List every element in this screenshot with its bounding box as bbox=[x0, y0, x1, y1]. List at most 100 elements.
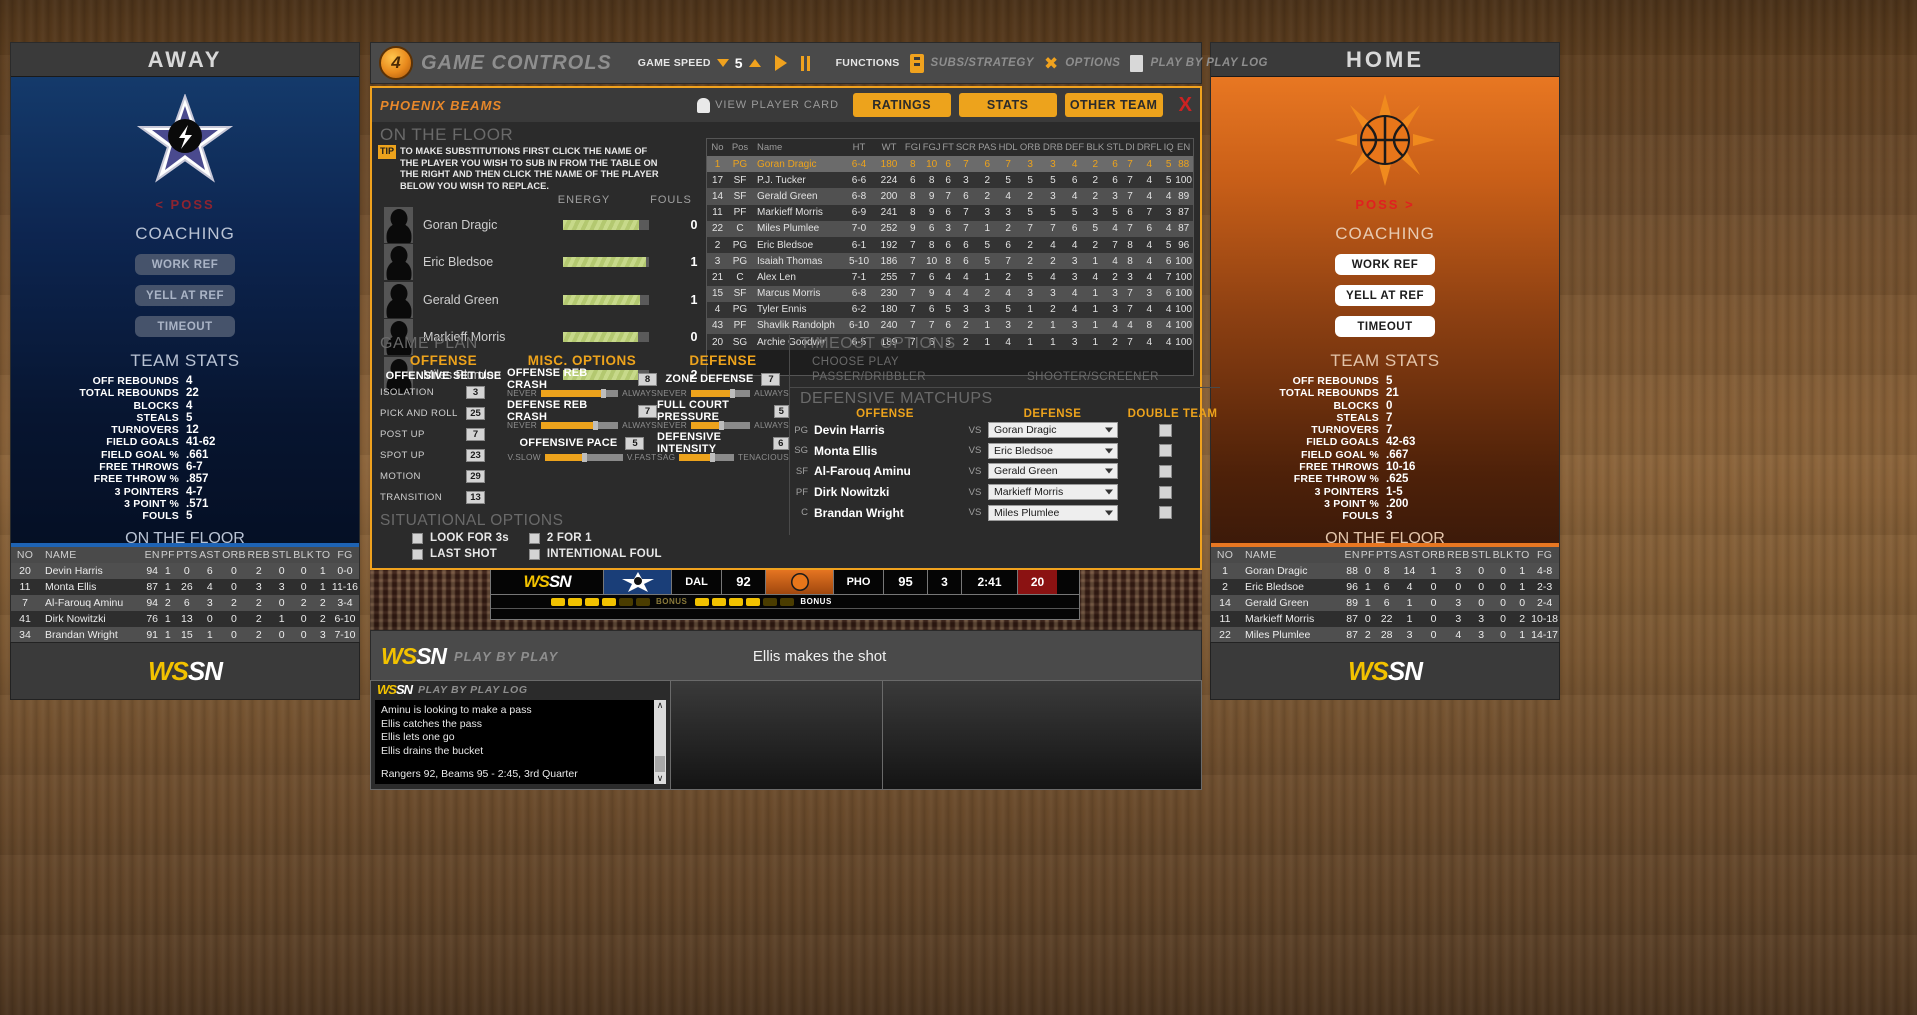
double-team-checkbox[interactable] bbox=[1159, 506, 1172, 519]
slider-value[interactable]: 6 bbox=[773, 437, 789, 450]
offensive-set-row[interactable]: POST UP7 bbox=[380, 424, 507, 445]
strategy-slider[interactable]: DEFENSE REB CRASH7NEVERALWAYS bbox=[507, 402, 657, 430]
table-row[interactable]: 11Markieff Morris8702210330210-18 bbox=[1211, 611, 1559, 627]
slider-value[interactable]: 7 bbox=[761, 373, 780, 386]
roster-row[interactable]: 43PFShavlik Randolph6-102407762132131448… bbox=[707, 318, 1193, 334]
slider-knob[interactable] bbox=[601, 389, 606, 398]
slider-track[interactable] bbox=[541, 422, 618, 429]
offensive-set-value[interactable]: 23 bbox=[466, 449, 485, 462]
roster-row[interactable]: 15SFMarcus Morris6-823079442433413736100 bbox=[707, 286, 1193, 302]
table-row[interactable]: 34Brandan Wright911151020037-10 bbox=[11, 627, 359, 643]
strategy-slider[interactable]: FULL COURT PRESSURE5NEVERALWAYS bbox=[657, 402, 789, 430]
slider-value[interactable]: 8 bbox=[638, 373, 657, 386]
slider-track[interactable] bbox=[545, 454, 623, 461]
checkbox-icon[interactable] bbox=[412, 549, 423, 560]
subs-strategy-button[interactable]: SUBS/STRATEGY bbox=[910, 54, 1034, 73]
matchup-defender-select[interactable]: Markieff Morris bbox=[988, 484, 1118, 500]
offensive-set-value[interactable]: 25 bbox=[466, 407, 485, 420]
pause-icon[interactable] bbox=[801, 56, 810, 71]
slider-knob[interactable] bbox=[719, 421, 724, 430]
matchup-defender-select[interactable]: Gerald Green bbox=[988, 463, 1118, 479]
double-team-checkbox[interactable] bbox=[1159, 486, 1172, 499]
log-scrollbar[interactable]: ∧ ∨ bbox=[654, 700, 666, 784]
offensive-set-row[interactable]: SPOT UP23 bbox=[380, 445, 507, 466]
floor-player-row[interactable]: Goran Dragic0 bbox=[372, 206, 704, 244]
offensive-set-value[interactable]: 7 bbox=[466, 428, 485, 441]
offensive-set-value[interactable]: 3 bbox=[466, 386, 485, 399]
table-row[interactable]: 22Miles Plumlee8722830430114-17 bbox=[1211, 627, 1559, 643]
checkbox-icon[interactable] bbox=[529, 549, 540, 560]
floor-player-row[interactable]: Eric Bledsoe1 bbox=[372, 244, 704, 282]
situational-2-for-1[interactable]: 2 FOR 1 bbox=[529, 532, 662, 544]
speed-increase-icon[interactable] bbox=[749, 59, 761, 67]
slider-knob[interactable] bbox=[593, 421, 598, 430]
home-yell-at-ref-button[interactable]: YELL AT REF bbox=[1335, 285, 1435, 306]
floor-player-row[interactable]: Gerald Green1 bbox=[372, 281, 704, 319]
speed-decrease-icon[interactable] bbox=[717, 59, 729, 67]
table-row[interactable]: 11Monta Ellis8712640330111-16 bbox=[11, 579, 359, 595]
matchup-defender-select[interactable]: Miles Plumlee bbox=[988, 505, 1118, 521]
slider-track[interactable] bbox=[679, 454, 733, 461]
slider-value[interactable]: 7 bbox=[638, 405, 657, 418]
offensive-set-row[interactable]: ISOLATION3 bbox=[380, 382, 507, 403]
strategy-slider[interactable]: DEFENSIVE INTENSITY6SAGTENACIOUS bbox=[657, 434, 789, 462]
tab-other-team[interactable]: OTHER TEAM bbox=[1065, 93, 1163, 117]
scroll-up-icon[interactable]: ∧ bbox=[657, 700, 664, 711]
roster-row[interactable]: 11PFMarkieff Morris6-9241896733555356738… bbox=[707, 205, 1193, 221]
scroll-down-icon[interactable]: ∨ bbox=[657, 773, 664, 784]
strategy-slider[interactable]: OFFENSIVE PACE5V.SLOWV.FAST bbox=[507, 434, 657, 462]
table-row[interactable]: 14Gerald Green89161030002-4 bbox=[1211, 595, 1559, 611]
roster-row[interactable]: 14SFGerald Green6-82008976242342374489 bbox=[707, 188, 1193, 204]
checkbox-icon[interactable] bbox=[412, 533, 423, 544]
roster-row[interactable]: 21CAlex Len7-125576441254342347100 bbox=[707, 269, 1193, 285]
slider-value[interactable]: 5 bbox=[625, 437, 644, 450]
situational-last-shot[interactable]: LAST SHOT bbox=[412, 548, 509, 560]
slider-value[interactable]: 5 bbox=[774, 405, 789, 418]
double-team-checkbox[interactable] bbox=[1159, 444, 1172, 457]
slider-knob[interactable] bbox=[730, 389, 735, 398]
slider-track[interactable] bbox=[691, 390, 750, 397]
away-yell-at-ref-button[interactable]: YELL AT REF bbox=[135, 285, 235, 306]
view-player-card-button[interactable]: VIEW PLAYER CARD bbox=[697, 98, 839, 113]
play-by-play-log-button[interactable]: PLAY BY PLAY LOG bbox=[1130, 55, 1268, 72]
options-button[interactable]: ✖ OPTIONS bbox=[1044, 55, 1121, 72]
tab-stats[interactable]: STATS bbox=[959, 93, 1057, 117]
matchup-defender-select[interactable]: Eric Bledsoe bbox=[988, 443, 1118, 459]
offensive-set-row[interactable]: MOTION29 bbox=[380, 466, 507, 487]
table-row[interactable]: 41Dirk Nowitzki761130021026-10 bbox=[11, 611, 359, 627]
table-row[interactable]: 1Goran Dragic880814130014-8 bbox=[1211, 563, 1559, 579]
away-work-ref-button[interactable]: WORK REF bbox=[135, 254, 235, 275]
situational-look-for-3s[interactable]: LOOK FOR 3s bbox=[412, 532, 509, 544]
offensive-set-value[interactable]: 13 bbox=[466, 491, 485, 504]
roster-row[interactable]: 17SFP.J. Tucker6-622468632555626745100 bbox=[707, 172, 1193, 188]
slider-track[interactable] bbox=[541, 390, 618, 397]
slider-track[interactable] bbox=[691, 422, 750, 429]
roster-row[interactable]: 22CMiles Plumlee7-02529637127765476487 bbox=[707, 221, 1193, 237]
away-timeout-button[interactable]: TIMEOUT bbox=[135, 316, 235, 337]
checkbox-icon[interactable] bbox=[529, 533, 540, 544]
strategy-slider[interactable]: OFFENSE REB CRASH8NEVERALWAYS bbox=[507, 370, 657, 398]
strategy-slider[interactable]: ZONE DEFENSE7NEVERALWAYS bbox=[657, 370, 789, 398]
offensive-set-row[interactable]: PICK AND ROLL25 bbox=[380, 403, 507, 424]
slider-knob[interactable] bbox=[582, 453, 587, 462]
offensive-set-row[interactable]: TRANSITION13 bbox=[380, 487, 507, 508]
close-icon[interactable]: X bbox=[1179, 95, 1192, 115]
table-row[interactable]: 2Eric Bledsoe96164000012-3 bbox=[1211, 579, 1559, 595]
home-work-ref-button[interactable]: WORK REF bbox=[1335, 254, 1435, 275]
double-team-checkbox[interactable] bbox=[1159, 465, 1172, 478]
situational-intentional-foul[interactable]: INTENTIONAL FOUL bbox=[529, 548, 662, 560]
matchup-defender-select[interactable]: Goran Dragic bbox=[988, 422, 1118, 438]
home-timeout-button[interactable]: TIMEOUT bbox=[1335, 316, 1435, 337]
offensive-set-value[interactable]: 29 bbox=[466, 470, 485, 483]
roster-row[interactable]: 3PGIsaiah Thomas5-1018671086572231484610… bbox=[707, 253, 1193, 269]
roster-row[interactable]: 2PGEric Bledsoe6-11927866562442784596 bbox=[707, 237, 1193, 253]
play-icon[interactable] bbox=[775, 55, 787, 71]
double-team-checkbox[interactable] bbox=[1159, 424, 1172, 437]
table-row[interactable]: 20Devin Harris94106020010-0 bbox=[11, 563, 359, 579]
slider-knob[interactable] bbox=[710, 453, 715, 462]
tab-ratings[interactable]: RATINGS bbox=[853, 93, 951, 117]
roster-row[interactable]: 4PGTyler Ennis6-218076533512413744100 bbox=[707, 302, 1193, 318]
table-row[interactable]: 7Al-Farouq Aminu94263220223-4 bbox=[11, 595, 359, 611]
roster-row[interactable]: 1PGGoran Dragic6-418081067673342674588 bbox=[707, 156, 1193, 172]
scrollbar-thumb[interactable] bbox=[655, 756, 665, 772]
